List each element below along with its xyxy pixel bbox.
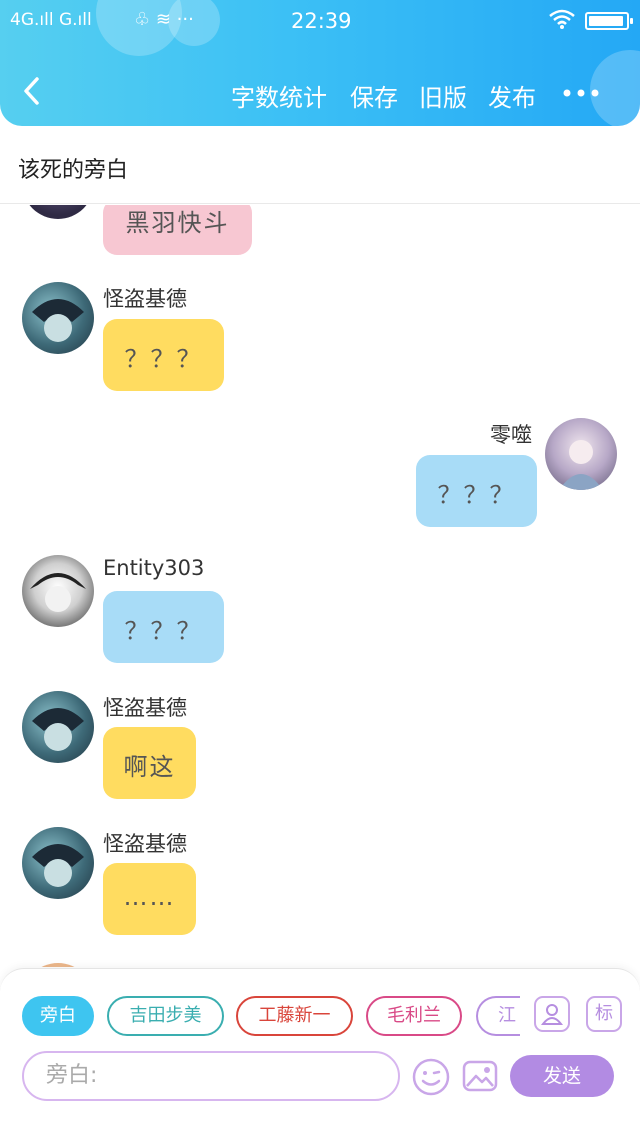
role-chip-label: 工藤新一 — [258, 1005, 331, 1026]
page-title[interactable]: 该死的旁白 — [18, 152, 128, 184]
chat-list[interactable]: 黑羽快斗 怪盗基德 ？？？ 零噬 ？？？ Entity303 ？？？ 怪盗基德 … — [0, 205, 640, 967]
bottom-safe-area — [0, 1102, 640, 1138]
role-chip[interactable]: 吉田步美 — [107, 996, 224, 1036]
emoji-icon[interactable] — [411, 1057, 451, 1097]
network-signal: 4G.ıll G.ıll — [10, 10, 92, 30]
input-placeholder: 旁白: — [46, 1063, 98, 1088]
role-chip[interactable]: 江 — [476, 996, 520, 1036]
avatar-figure — [30, 573, 86, 612]
avatar[interactable] — [545, 418, 617, 490]
role-chip-label: 江 — [498, 1005, 516, 1026]
sender-name: Entity303 — [103, 556, 205, 580]
message-text: ？？？ — [124, 345, 203, 373]
role-chip[interactable]: 毛利兰 — [366, 996, 462, 1036]
message-text: 黑羽快斗 — [125, 209, 230, 237]
message-bubble[interactable]: 啊这 — [103, 727, 196, 799]
person-card-icon[interactable] — [534, 996, 570, 1032]
status-bar: 4G.ıll G.ıll ♧ ≋ ··· 22:39 — [0, 0, 640, 44]
avatar[interactable] — [22, 827, 94, 899]
battery-level — [589, 16, 623, 26]
avatar-figure — [32, 708, 84, 751]
avatar[interactable] — [22, 555, 94, 627]
role-chip[interactable]: 工藤新一 — [236, 996, 353, 1036]
clock: 22:39 — [291, 9, 352, 33]
avatar[interactable] — [22, 691, 94, 763]
image-icon[interactable] — [461, 1057, 499, 1095]
title-bar: 该死的旁白 — [0, 126, 640, 204]
message-text: ？？？ — [437, 481, 516, 509]
avatar-figure — [559, 440, 603, 490]
avatar[interactable] — [22, 205, 94, 219]
sender-name: 怪盗基德 — [103, 287, 187, 311]
app-header: 4G.ıll G.ıll ♧ ≋ ··· 22:39 字数统计 保存 旧版 发布 — [0, 0, 640, 126]
old-version-button[interactable]: 旧版 — [419, 78, 467, 113]
message-bubble[interactable]: 黑羽快斗 — [103, 205, 252, 255]
message-bubble[interactable]: …… — [103, 863, 196, 935]
word-count-button[interactable]: 字数统计 — [231, 78, 327, 113]
mark-label: 标 — [595, 1003, 613, 1024]
sender-name: 零噬 — [490, 423, 532, 447]
avatar-figure — [32, 299, 84, 342]
mark-button[interactable]: 标 — [586, 996, 622, 1032]
publish-button[interactable]: 发布 — [488, 78, 536, 113]
role-chip-label: 毛利兰 — [387, 1005, 441, 1026]
avatar[interactable] — [22, 963, 94, 967]
avatar-figure — [32, 844, 84, 887]
person-glyph — [540, 1004, 564, 1025]
message-text: 啊这 — [123, 753, 176, 781]
message-bubble[interactable]: ？？？ — [103, 319, 224, 391]
ellipsis-icon[interactable] — [563, 88, 599, 98]
wifi-icon — [549, 9, 575, 29]
send-label: 发送 — [542, 1065, 581, 1087]
message-bubble[interactable]: ？？？ — [103, 591, 224, 663]
role-chip-label: 旁白 — [40, 1005, 76, 1026]
sender-name: 怪盗基德 — [103, 696, 187, 720]
chevron-left-icon[interactable] — [22, 76, 42, 106]
role-chip-label: 吉田步美 — [129, 1005, 202, 1026]
send-button[interactable]: 发送 — [510, 1055, 614, 1097]
battery-icon — [585, 12, 633, 30]
sender-name: 怪盗基德 — [103, 832, 187, 856]
message-bubble[interactable]: ？？？ — [416, 455, 537, 527]
role-chip-narrator[interactable]: 旁白 — [22, 996, 94, 1036]
message-input[interactable]: 旁白: — [22, 1051, 400, 1101]
message-text: ？？？ — [124, 617, 203, 645]
message-text: …… — [123, 883, 176, 911]
avatar[interactable] — [22, 282, 94, 354]
save-button[interactable]: 保存 — [350, 78, 398, 113]
notification-icons: ♧ ≋ ··· — [134, 9, 194, 30]
